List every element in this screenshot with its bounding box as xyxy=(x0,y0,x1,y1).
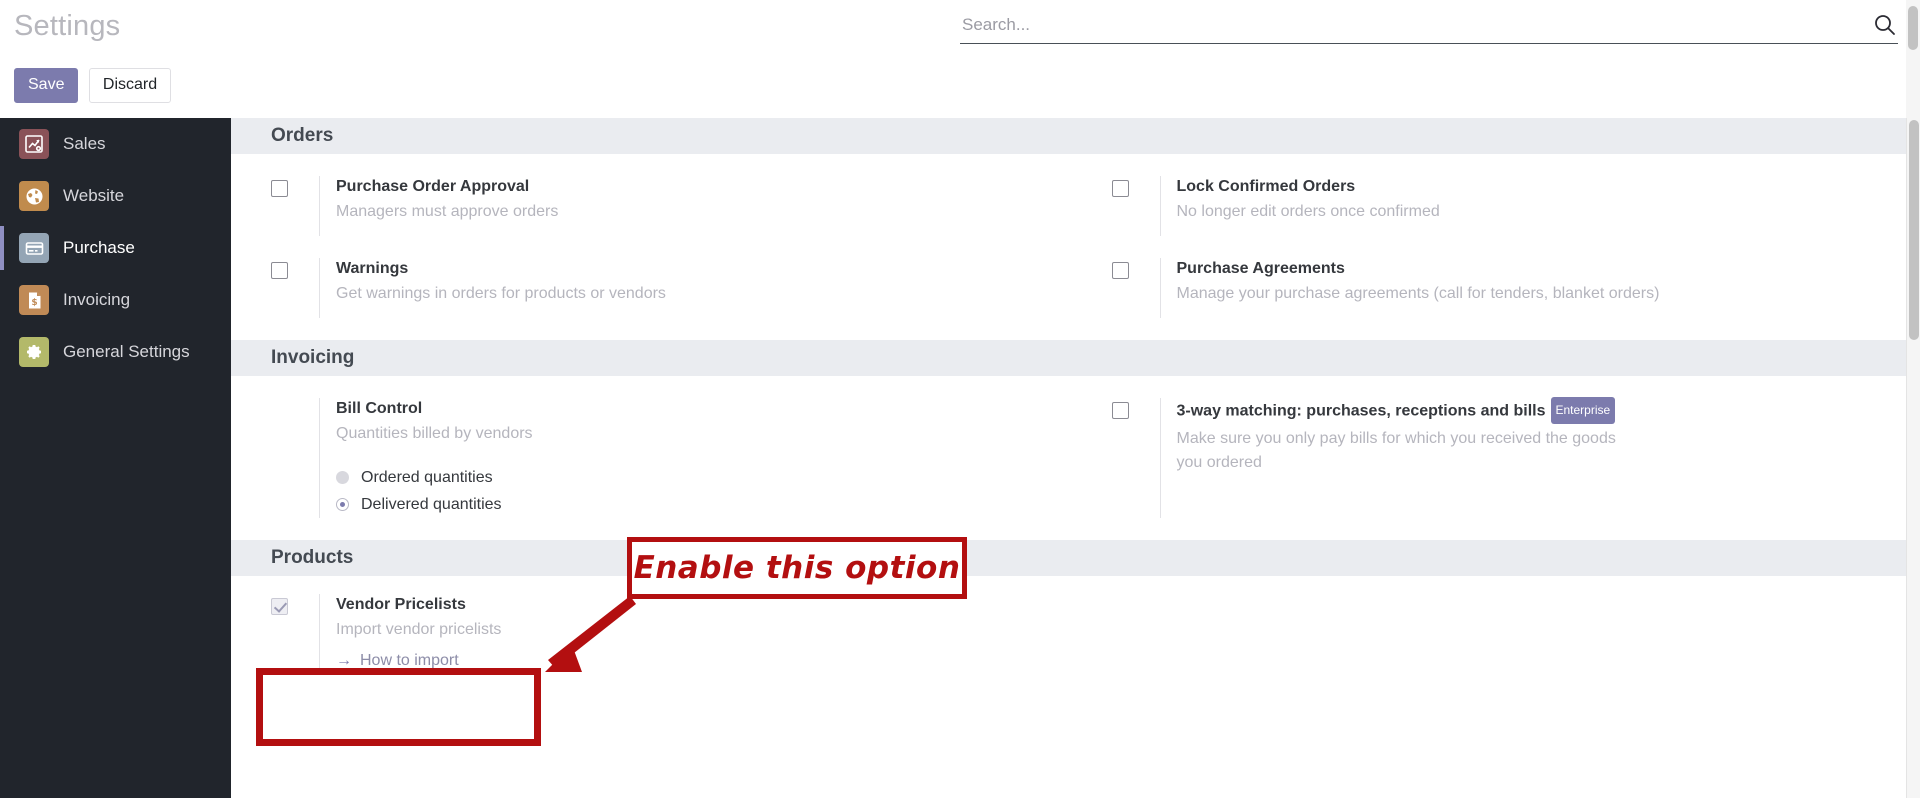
option-description: Get warnings in orders for products or v… xyxy=(336,285,666,302)
sidebar-item-label: Sales xyxy=(63,134,106,153)
option-title: 3-way matching: purchases, receptions an… xyxy=(1176,402,1546,420)
radio-option-delivered-quantities[interactable]: Delivered quantities xyxy=(336,491,1058,518)
setting-three-way-matching[interactable]: 3-way matching: purchases, receptions an… xyxy=(1072,397,1913,540)
page-scrollbar-top[interactable] xyxy=(1906,0,1920,118)
settings-group-orders: Purchase Order Approval Managers must ap… xyxy=(231,154,1912,340)
setting-vendor-pricelists[interactable]: Vendor Pricelists Import vendor pricelis… xyxy=(231,594,1072,692)
option-title: Lock Confirmed Orders xyxy=(1176,178,1356,195)
checkbox-purchase-agreements[interactable] xyxy=(1111,262,1129,279)
settings-sidebar: Sales Website Purchase $ Invoicing Gener… xyxy=(0,118,231,798)
sidebar-item-label: General Settings xyxy=(63,342,190,361)
option-description: No longer edit orders once confirmed xyxy=(1176,203,1440,220)
search-input[interactable] xyxy=(960,8,1860,42)
checkbox-three-way-matching[interactable] xyxy=(1111,402,1129,419)
option-description: Quantities billed by vendors xyxy=(336,425,533,442)
setting-purchase-agreements[interactable]: Purchase Agreements Manage your purchase… xyxy=(1072,258,1913,340)
sidebar-item-purchase[interactable]: Purchase xyxy=(0,222,231,274)
globe-icon xyxy=(19,181,49,211)
how-to-import-link[interactable]: → How to import xyxy=(336,652,459,670)
svg-text:$: $ xyxy=(31,298,37,308)
arrow-right-icon: → xyxy=(336,652,352,669)
option-title: Purchase Agreements xyxy=(1176,260,1345,277)
section-header-orders: Orders xyxy=(231,118,1912,154)
page-title: Settings xyxy=(14,10,121,42)
sales-chart-icon xyxy=(19,129,49,159)
control-panel: Settings Save Discard xyxy=(0,0,1920,118)
radio-label: Delivered quantities xyxy=(361,495,502,513)
sidebar-item-sales[interactable]: Sales xyxy=(0,118,231,170)
search-icon[interactable] xyxy=(1872,12,1898,38)
sidebar-item-label: Invoicing xyxy=(63,290,131,309)
option-title: Bill Control xyxy=(336,400,423,417)
gear-icon xyxy=(19,337,49,367)
content-scrollbar[interactable] xyxy=(1906,118,1920,798)
search-bar xyxy=(960,8,1898,44)
how-to-import-label: How to import xyxy=(360,652,459,669)
radio-option-ordered-quantities[interactable]: Ordered quantities xyxy=(336,464,1058,491)
sidebar-item-invoicing[interactable]: $ Invoicing xyxy=(0,274,231,326)
sidebar-item-website[interactable]: Website xyxy=(0,170,231,222)
scrollbar-thumb[interactable] xyxy=(1909,120,1919,340)
sidebar-item-label: Purchase xyxy=(63,238,135,257)
option-description: Make sure you only pay bills for which y… xyxy=(1176,430,1616,471)
settings-group-products: Vendor Pricelists Import vendor pricelis… xyxy=(231,576,1912,692)
settings-content: Orders Purchase Order Approval Managers … xyxy=(231,118,1912,798)
sidebar-item-general-settings[interactable]: General Settings xyxy=(0,326,231,378)
checkbox-vendor-pricelists[interactable] xyxy=(271,598,288,615)
discard-button[interactable]: Discard xyxy=(88,68,172,103)
section-header-products: Products xyxy=(231,540,1912,576)
radio-label: Ordered quantities xyxy=(361,468,493,486)
status-badge-enterprise: Enterprise xyxy=(1550,397,1616,424)
option-description: Import vendor pricelists xyxy=(336,621,502,638)
credit-card-icon xyxy=(19,233,49,263)
setting-purchase-order-approval[interactable]: Purchase Order Approval Managers must ap… xyxy=(231,176,1072,258)
bill-control-radio-group: Ordered quantities Delivered quantities xyxy=(336,464,1058,518)
option-description: Manage your purchase agreements (call fo… xyxy=(1176,285,1660,302)
section-header-invoicing: Invoicing xyxy=(231,340,1912,376)
save-button[interactable]: Save xyxy=(14,68,79,103)
scrollbar-thumb[interactable] xyxy=(1908,6,1918,50)
sidebar-item-label: Website xyxy=(63,186,125,205)
checkbox-purchase-order-approval[interactable] xyxy=(271,180,288,197)
settings-group-invoicing: Bill Control Quantities billed by vendor… xyxy=(231,376,1912,540)
setting-bill-control: Bill Control Quantities billed by vendor… xyxy=(231,398,1072,540)
setting-warnings[interactable]: Warnings Get warnings in orders for prod… xyxy=(231,258,1072,340)
option-description: Managers must approve orders xyxy=(336,203,559,220)
checkbox-warnings[interactable] xyxy=(271,262,288,279)
option-title: Purchase Order Approval xyxy=(336,178,530,195)
settings-app: Settings Save Discard Search... Sales We… xyxy=(0,0,1920,798)
radio-button[interactable] xyxy=(336,498,349,511)
checkbox-lock-confirmed-orders[interactable] xyxy=(1111,180,1129,197)
invoice-dollar-icon: $ xyxy=(19,285,49,315)
setting-lock-confirmed-orders[interactable]: Lock Confirmed Orders No longer edit ord… xyxy=(1072,176,1913,258)
option-title: Warnings xyxy=(336,260,409,277)
action-buttons: Save Discard xyxy=(14,68,172,103)
option-title: Vendor Pricelists xyxy=(336,596,466,613)
radio-button[interactable] xyxy=(336,471,349,484)
